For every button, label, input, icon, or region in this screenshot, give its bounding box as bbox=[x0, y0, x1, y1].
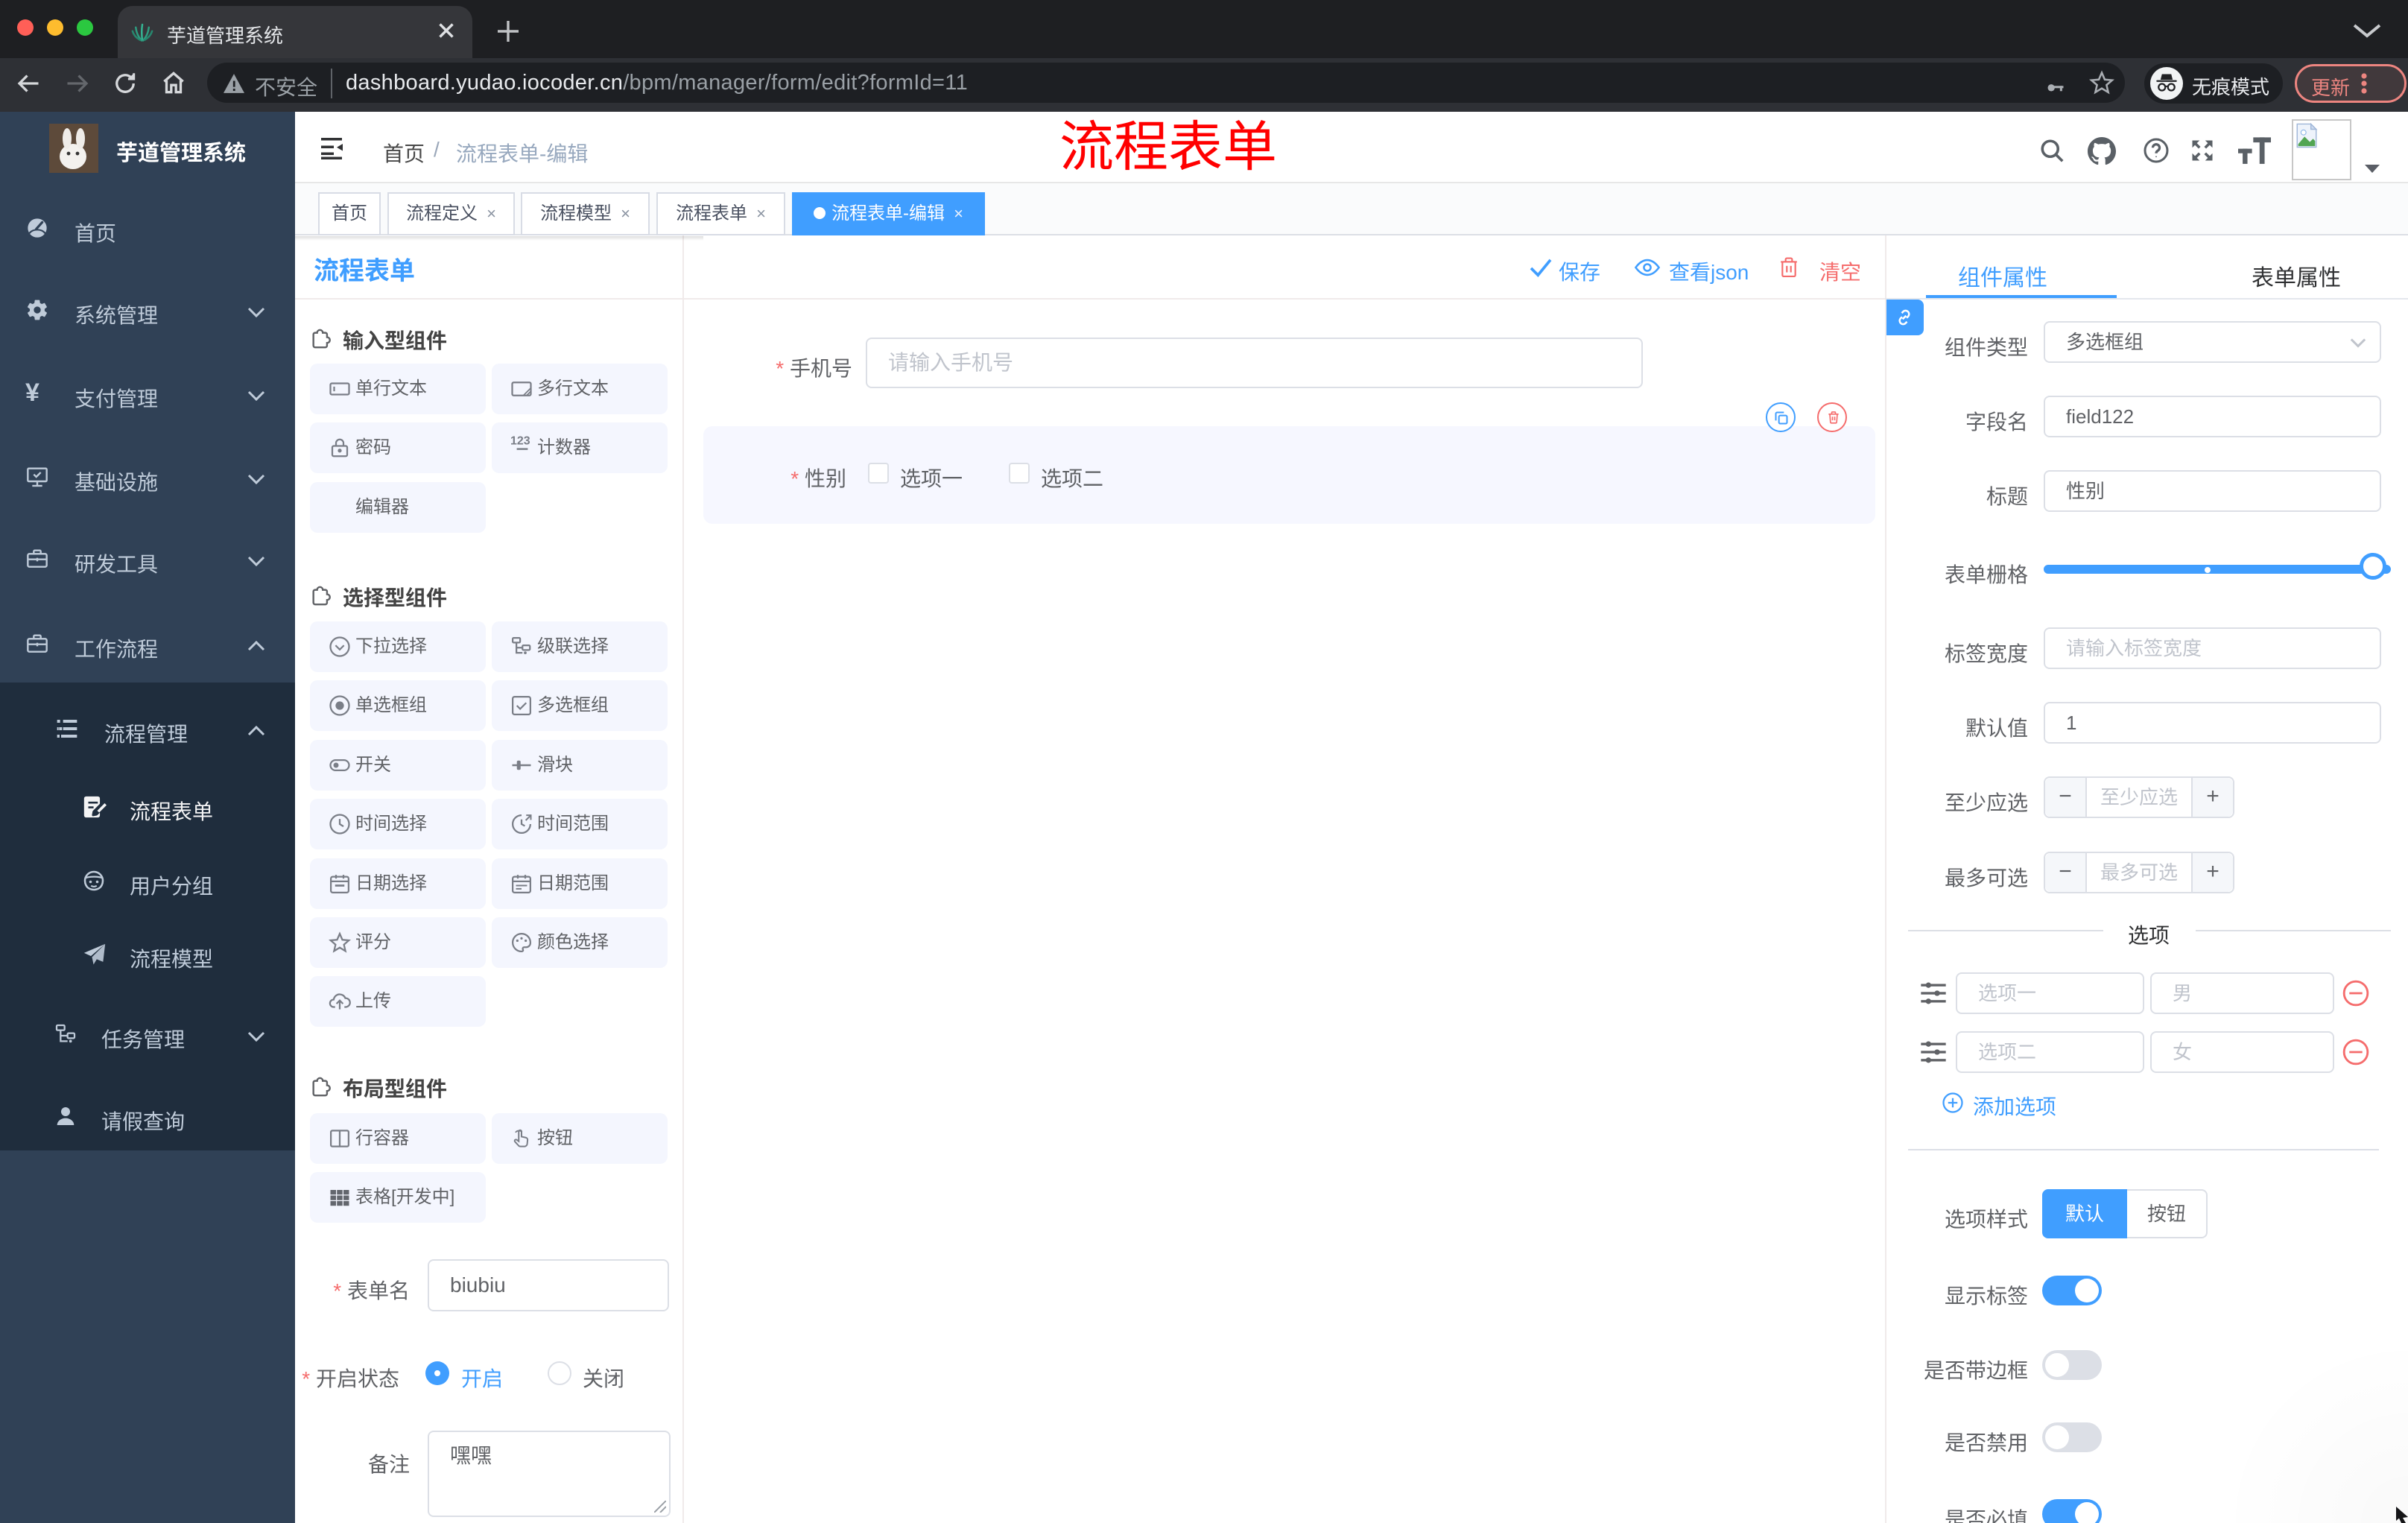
svg-text:123: 123 bbox=[510, 435, 530, 448]
